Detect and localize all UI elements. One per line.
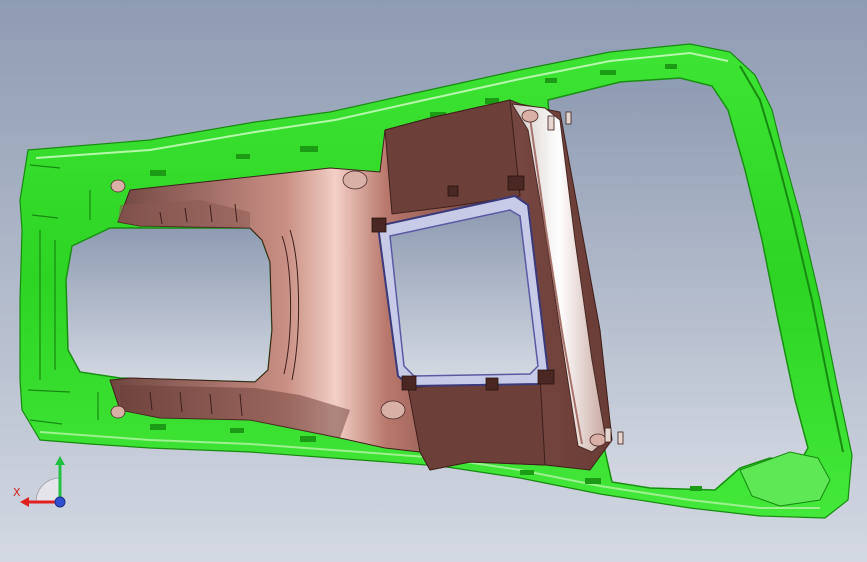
triad-z-axis (54, 496, 66, 508)
cad-model-view[interactable] (0, 0, 867, 562)
triad-x-label: X (13, 486, 21, 499)
frame-left-opening (65, 227, 273, 383)
coordinate-triad: X (13, 456, 66, 508)
triad-x-arrow (20, 497, 29, 507)
triad-y-arrow (55, 456, 65, 465)
tray-center-window (389, 209, 539, 377)
graphics-viewport[interactable]: X (0, 0, 867, 562)
tray-right-block-bottom (407, 375, 546, 471)
